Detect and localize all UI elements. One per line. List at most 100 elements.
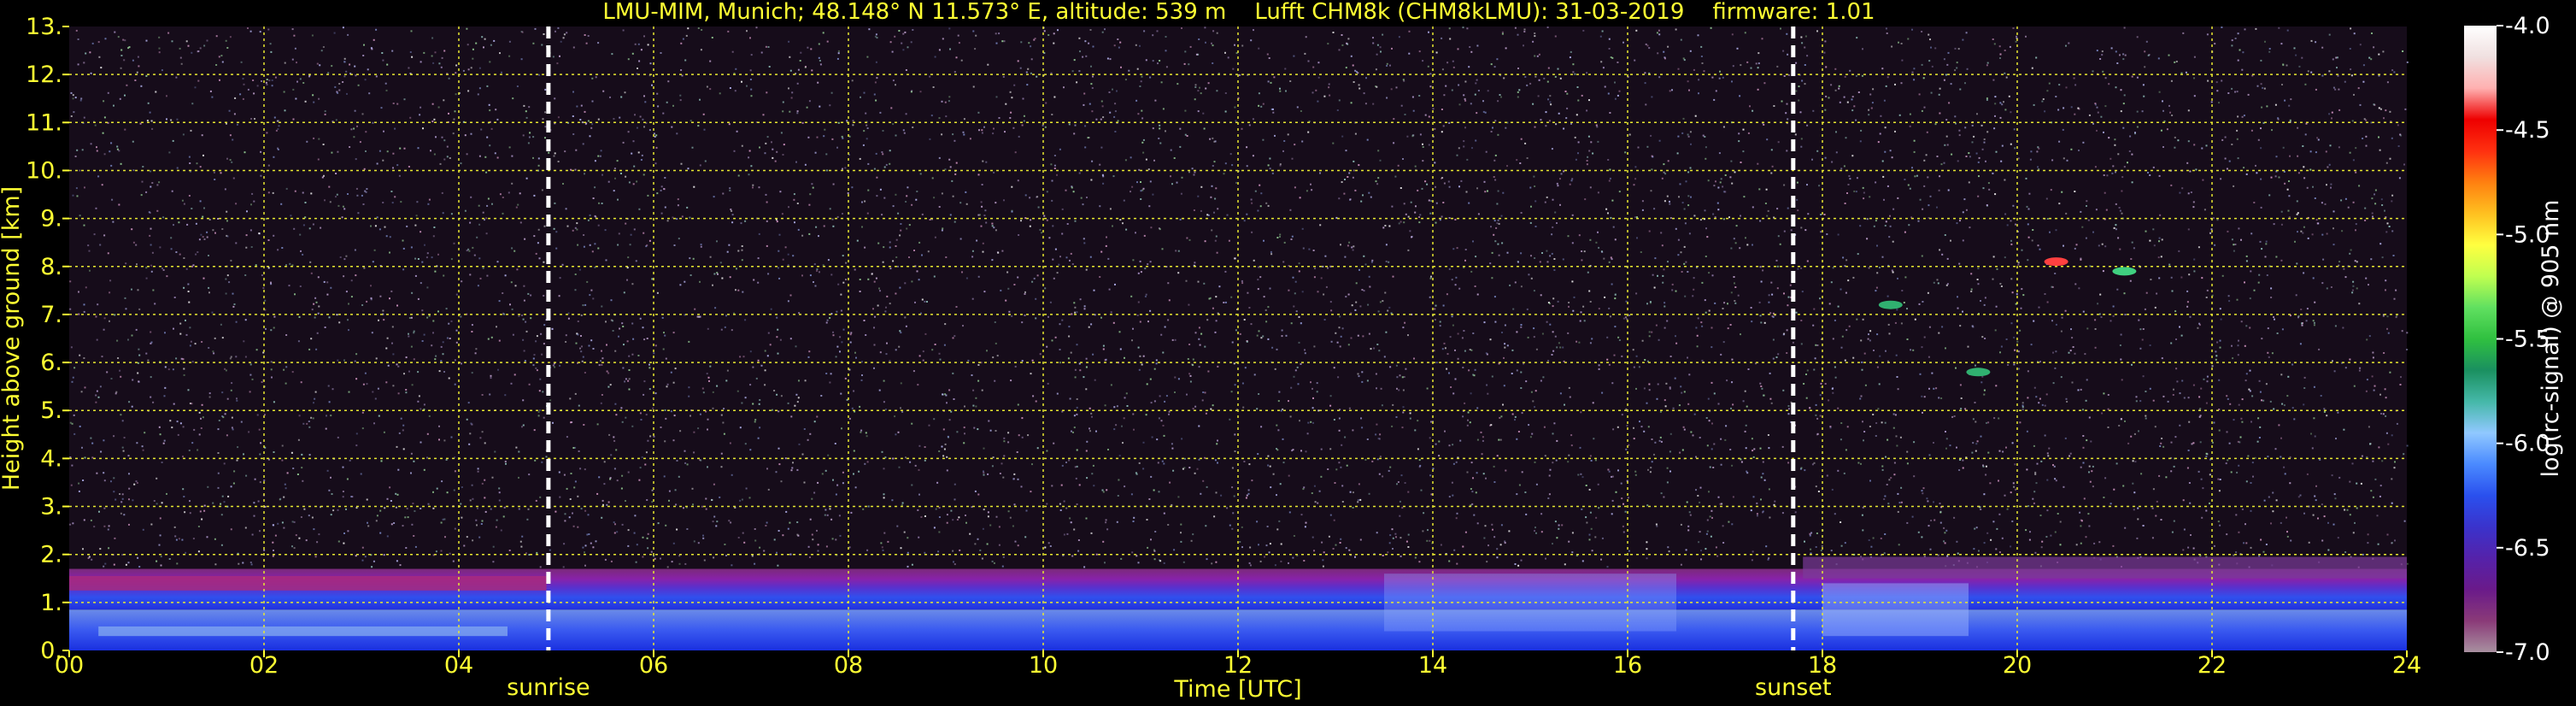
noise-dot — [103, 317, 106, 320]
noise-dot — [1212, 307, 1214, 309]
noise-dot — [2092, 70, 2094, 73]
noise-dot — [481, 36, 484, 38]
noise-dot — [1007, 510, 1010, 513]
noise-dot — [2319, 459, 2321, 461]
noise-dot — [1173, 157, 1176, 159]
noise-dot — [2142, 375, 2145, 378]
noise-dot — [584, 564, 586, 567]
noise-dot — [2142, 525, 2145, 527]
noise-dot — [543, 261, 545, 263]
noise-dot — [438, 438, 440, 441]
noise-dot — [2110, 157, 2112, 160]
noise-dot — [609, 384, 612, 386]
noise-dot — [2000, 345, 2003, 348]
noise-dot — [1978, 175, 1980, 178]
noise-dot — [1288, 289, 1290, 291]
noise-dot — [853, 390, 855, 392]
noise-dot — [1077, 539, 1080, 541]
noise-dot — [1132, 327, 1134, 330]
noise-dot — [1395, 416, 1398, 418]
noise-dot — [2234, 244, 2237, 245]
noise-dot — [435, 136, 437, 138]
noise-dot — [2046, 90, 2049, 92]
noise-dot — [2380, 413, 2382, 415]
noise-dot — [1194, 332, 1197, 334]
noise-dot — [2243, 115, 2245, 117]
noise-dot — [552, 364, 555, 367]
noise-dot — [705, 508, 707, 510]
noise-dot — [408, 166, 410, 168]
noise-dot — [1333, 519, 1335, 521]
noise-dot — [1813, 368, 1816, 371]
noise-dot — [750, 95, 753, 97]
noise-dot — [2187, 140, 2190, 143]
noise-dot — [2321, 503, 2323, 506]
noise-dot — [1851, 96, 1854, 98]
noise-dot — [1547, 98, 1549, 101]
noise-dot — [1341, 327, 1344, 330]
noise-dot — [2205, 509, 2208, 512]
noise-dot — [639, 412, 642, 415]
noise-dot — [1588, 290, 1591, 292]
noise-dot — [1601, 537, 1604, 539]
noise-dot — [1215, 491, 1218, 494]
noise-dot — [829, 104, 831, 107]
noise-dot — [1927, 500, 1929, 503]
noise-dot — [1417, 189, 1419, 191]
noise-dot — [2387, 332, 2390, 334]
noise-dot — [109, 150, 111, 153]
noise-dot — [1089, 430, 1091, 432]
noise-dot — [610, 454, 613, 456]
noise-dot — [607, 385, 610, 388]
noise-dot — [1053, 42, 1055, 44]
noise-dot — [2289, 155, 2291, 157]
noise-dot — [258, 232, 261, 234]
noise-dot — [2227, 459, 2229, 462]
noise-dot — [1848, 325, 1851, 327]
noise-dot — [97, 41, 100, 44]
noise-dot — [236, 123, 238, 126]
noise-dot — [1727, 303, 1728, 305]
noise-dot — [289, 262, 291, 265]
noise-dot — [2374, 478, 2377, 480]
noise-dot — [373, 38, 375, 41]
noise-dot — [163, 395, 166, 397]
noise-dot — [719, 262, 722, 264]
noise-dot — [221, 337, 224, 339]
noise-dot — [2316, 137, 2319, 139]
noise-dot — [972, 85, 975, 88]
noise-dot — [1092, 353, 1094, 356]
noise-dot — [2344, 509, 2346, 511]
noise-dot — [96, 338, 98, 341]
noise-dot — [1031, 280, 1034, 283]
noise-dot — [155, 477, 158, 479]
noise-dot — [1667, 45, 1669, 48]
noise-dot — [974, 48, 977, 50]
noise-dot — [991, 465, 994, 468]
noise-dot — [1759, 266, 1762, 268]
noise-dot — [1324, 255, 1327, 257]
noise-dot — [2262, 399, 2265, 402]
noise-dot — [620, 487, 623, 490]
noise-dot — [1076, 398, 1078, 400]
noise-dot — [2074, 247, 2076, 250]
noise-dot — [342, 466, 344, 468]
noise-dot — [1290, 386, 1293, 389]
noise-dot — [2033, 386, 2036, 389]
noise-dot — [2247, 455, 2250, 457]
noise-dot — [1687, 133, 1689, 136]
noise-dot — [1382, 227, 1385, 229]
noise-dot — [2215, 355, 2218, 357]
noise-dot — [2231, 344, 2233, 347]
noise-dot — [840, 392, 842, 395]
noise-dot — [1147, 263, 1149, 266]
noise-dot — [2064, 437, 2067, 439]
noise-dot — [1147, 168, 1150, 171]
noise-dot — [1679, 451, 1681, 454]
noise-dot — [2243, 167, 2245, 169]
noise-dot — [572, 133, 575, 135]
noise-dot — [2021, 409, 2024, 411]
noise-dot — [2131, 75, 2133, 78]
noise-dot — [1534, 32, 1536, 34]
noise-dot — [189, 512, 191, 515]
